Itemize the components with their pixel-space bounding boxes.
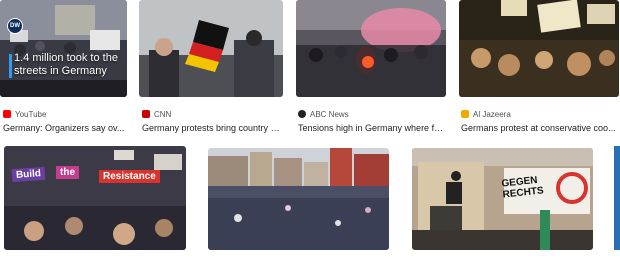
result-source-2: CNN (142, 108, 280, 120)
result-source-1: YouTube (3, 108, 127, 120)
result-caption-3[interactable]: ABC News Tensions high in Germany where … (298, 108, 446, 133)
protest-flare-image (296, 0, 446, 97)
protest-flag-image (139, 0, 283, 97)
result-image-7[interactable]: GEGEN RECHTS (412, 148, 593, 250)
sign-build: Build (11, 166, 46, 183)
sign-the: the (56, 166, 79, 179)
result-image-6[interactable] (208, 148, 389, 250)
result-image-1[interactable]: DW 1.4 million took to the streets in Ge… (0, 0, 127, 97)
result-image-5[interactable]: Build the Resistance (4, 146, 186, 250)
result-image-4[interactable] (459, 0, 619, 97)
result-title-3[interactable]: Tensions high in Germany where fa... (298, 123, 446, 133)
cnn-icon (142, 110, 150, 118)
result-image-3[interactable] (296, 0, 446, 97)
result-image-8-partial[interactable] (614, 146, 620, 250)
result-caption-2[interactable]: CNN Germany protests bring country t... (142, 108, 280, 133)
abc-news-icon (298, 110, 306, 118)
al-jazeera-icon (461, 110, 469, 118)
source-label: CNN (154, 109, 172, 119)
source-label: ABC News (310, 109, 349, 119)
result-title-1[interactable]: Germany: Organizers say ov... (3, 123, 127, 133)
square-crowd-image (208, 148, 389, 250)
result-title-2[interactable]: Germany protests bring country t... (142, 123, 280, 133)
result-title-4[interactable]: Germans protest at conservative coo... (461, 123, 617, 133)
youtube-icon (3, 110, 11, 118)
result-image-2[interactable] (139, 0, 283, 97)
result-caption-4[interactable]: Al Jazeera Germans protest at conservati… (461, 108, 617, 133)
protest-crowd-image (0, 0, 127, 97)
dw-logo: DW (7, 18, 23, 34)
video-overlay-text: 1.4 million took to the streets in Germa… (14, 52, 118, 77)
result-source-4: Al Jazeera (461, 108, 617, 120)
sign-resistance: Resistance (99, 170, 160, 183)
source-label: Al Jazeera (473, 109, 511, 119)
result-source-3: ABC News (298, 108, 446, 120)
source-label: YouTube (15, 109, 47, 119)
overlay-accent-bar (9, 54, 12, 78)
result-caption-1[interactable]: YouTube Germany: Organizers say ov... (3, 108, 127, 133)
protest-signs-image (4, 146, 186, 250)
protest-night-image (459, 0, 619, 97)
